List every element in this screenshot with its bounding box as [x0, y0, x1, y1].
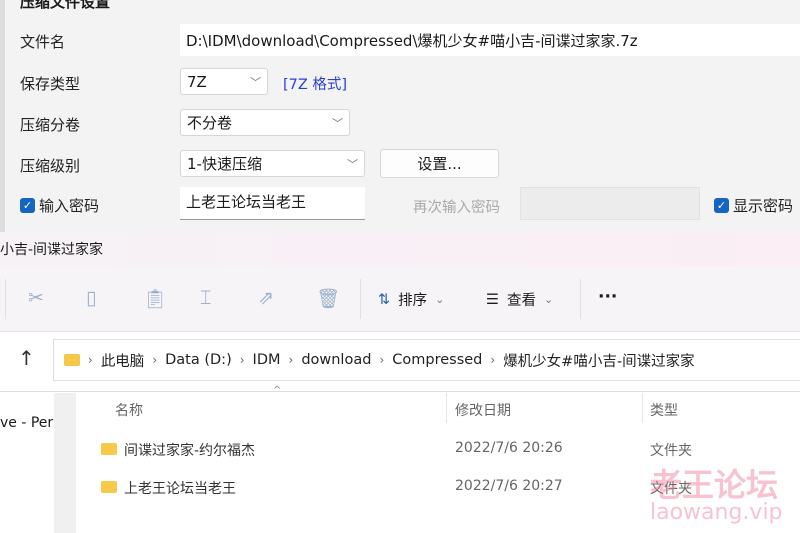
split-value: 不分卷	[187, 114, 233, 132]
command-bar: ✂ ▯ 📋︎ ⌶ ⇗ 🗑︎ ⇅ 排序 ⌄ ☰ 查看 ⌄ ···	[0, 267, 800, 332]
more-options-button[interactable]: ···	[598, 287, 617, 307]
chevron-down-icon: ﹀	[347, 157, 358, 171]
password-value: 上老王论坛当老王	[186, 193, 307, 211]
window-title: 小吉-间谍过家家	[0, 242, 104, 258]
checkmark-icon: ✓	[20, 198, 35, 213]
rename-icon[interactable]: ⌶	[200, 287, 211, 309]
divider	[360, 279, 361, 319]
nav-pane-item[interactable]: ve - Pers	[0, 415, 60, 431]
type-label: 保存类型	[20, 75, 81, 93]
chevron-down-icon: ﹀	[250, 75, 261, 89]
chevron-right-icon: ›	[490, 353, 496, 367]
cut-icon[interactable]: ✂	[28, 287, 44, 309]
split-select[interactable]: 不分卷 ﹀	[180, 109, 350, 136]
split-label: 压缩分卷	[20, 116, 81, 134]
file-date: 2022/7/6 20:26	[455, 440, 563, 456]
divider	[580, 279, 581, 319]
repeat-password-label: 再次输入密码	[413, 200, 500, 216]
chevron-right-icon: ›	[239, 353, 245, 367]
nav-pane-scrollbar[interactable]	[54, 393, 76, 533]
repeat-password-input[interactable]	[520, 187, 700, 220]
settings-button-label: 设置...	[417, 155, 462, 173]
breadcrumb-item[interactable]: 爆机少女#喵小吉-间谍过家家	[503, 350, 694, 371]
checkmark-icon: ✓	[714, 198, 729, 213]
delete-icon[interactable]: 🗑︎	[316, 287, 340, 310]
file-name: 上老王论坛当老王	[124, 481, 236, 497]
password-input[interactable]: 上老王论坛当老王	[180, 187, 365, 220]
sort-ascending-icon: ^	[273, 385, 282, 396]
title-bar: 小吉-间谍过家家	[0, 232, 800, 267]
filename-input[interactable]: D:\IDM\download\Compressed\爆机少女#喵小吉-间谍过家…	[180, 24, 800, 56]
type-value: 7Z	[187, 72, 207, 91]
show-password-label: 显示密码	[733, 197, 794, 215]
sort-icon: ⇅	[378, 291, 391, 308]
chevron-right-icon: ›	[88, 353, 93, 367]
password-checkbox-label: 输入密码	[39, 197, 100, 215]
level-select[interactable]: 1-快速压缩 ﹀	[180, 150, 365, 177]
up-arrow-icon[interactable]: ↑	[18, 346, 35, 370]
breadcrumb-item[interactable]: Data (D:)	[165, 352, 232, 368]
level-value: 1-快速压缩	[187, 155, 262, 173]
view-label: 查看	[507, 293, 536, 309]
view-button[interactable]: ☰ 查看 ⌄	[486, 289, 553, 310]
breadcrumb-item[interactable]: IDM	[253, 352, 281, 368]
chevron-down-icon: ﹀	[332, 116, 343, 130]
password-checkbox[interactable]: ✓ 输入密码	[20, 195, 99, 216]
folder-icon	[64, 354, 80, 366]
dialog-title: 压缩文件设置	[20, 0, 111, 11]
breadcrumb-item[interactable]: Compressed	[392, 352, 482, 368]
divider	[642, 393, 643, 423]
file-type: 文件夹	[650, 443, 692, 459]
format-link[interactable]: [7Z 格式]	[283, 73, 347, 94]
chevron-right-icon: ›	[288, 353, 294, 367]
copy-icon[interactable]: ▯	[86, 287, 96, 309]
show-password-checkbox[interactable]: ✓ 显示密码	[714, 195, 793, 216]
chevron-down-icon: ⌄	[435, 293, 445, 306]
address-row: ↑ › 此电脑 › Data (D:) › IDM › download › Compre…	[0, 332, 800, 392]
file-name: 间谍过家家-约尔福杰	[124, 443, 256, 459]
column-header-name[interactable]: 名称	[115, 400, 143, 420]
folder-icon	[101, 443, 117, 455]
share-icon[interactable]: ⇗	[258, 287, 274, 309]
filename-label: 文件名	[20, 33, 66, 51]
column-header-date[interactable]: 修改日期	[455, 400, 511, 420]
chevron-down-icon: ⌄	[544, 293, 554, 306]
chevron-right-icon: ›	[152, 353, 158, 367]
breadcrumb-item[interactable]: download	[301, 352, 371, 368]
settings-button[interactable]: 设置...	[380, 149, 499, 178]
filename-value: D:\IDM\download\Compressed\爆机少女#喵小吉-间谍过家…	[186, 31, 638, 50]
breadcrumb-item[interactable]: 此电脑	[101, 350, 145, 371]
folder-icon	[101, 481, 117, 493]
view-icon: ☰	[486, 291, 499, 308]
paste-icon[interactable]: 📋︎	[143, 287, 167, 310]
file-explorer-window: 小吉-间谍过家家 ✂ ▯ 📋︎ ⌶ ⇗ 🗑︎ ⇅ 排序 ⌄ ☰ 查看 ⌄ ··· ↑ ›…	[0, 232, 800, 533]
compress-settings-dialog: 压缩文件设置 文件名 D:\IDM\download\Compressed\爆机…	[0, 0, 800, 232]
column-header-type[interactable]: 类型	[650, 400, 678, 420]
chevron-right-icon: ›	[379, 353, 385, 367]
divider	[5, 279, 6, 319]
type-select[interactable]: 7Z ﹀	[180, 68, 268, 95]
address-bar[interactable]: › 此电脑 › Data (D:) › IDM › download › Compress…	[53, 339, 800, 381]
file-date: 2022/7/6 20:27	[455, 478, 563, 494]
watermark-url: laowang.vip	[650, 500, 783, 525]
sort-button[interactable]: ⇅ 排序 ⌄	[378, 289, 444, 310]
divider	[446, 393, 447, 423]
sort-label: 排序	[398, 293, 428, 309]
level-label: 压缩级别	[20, 157, 81, 175]
